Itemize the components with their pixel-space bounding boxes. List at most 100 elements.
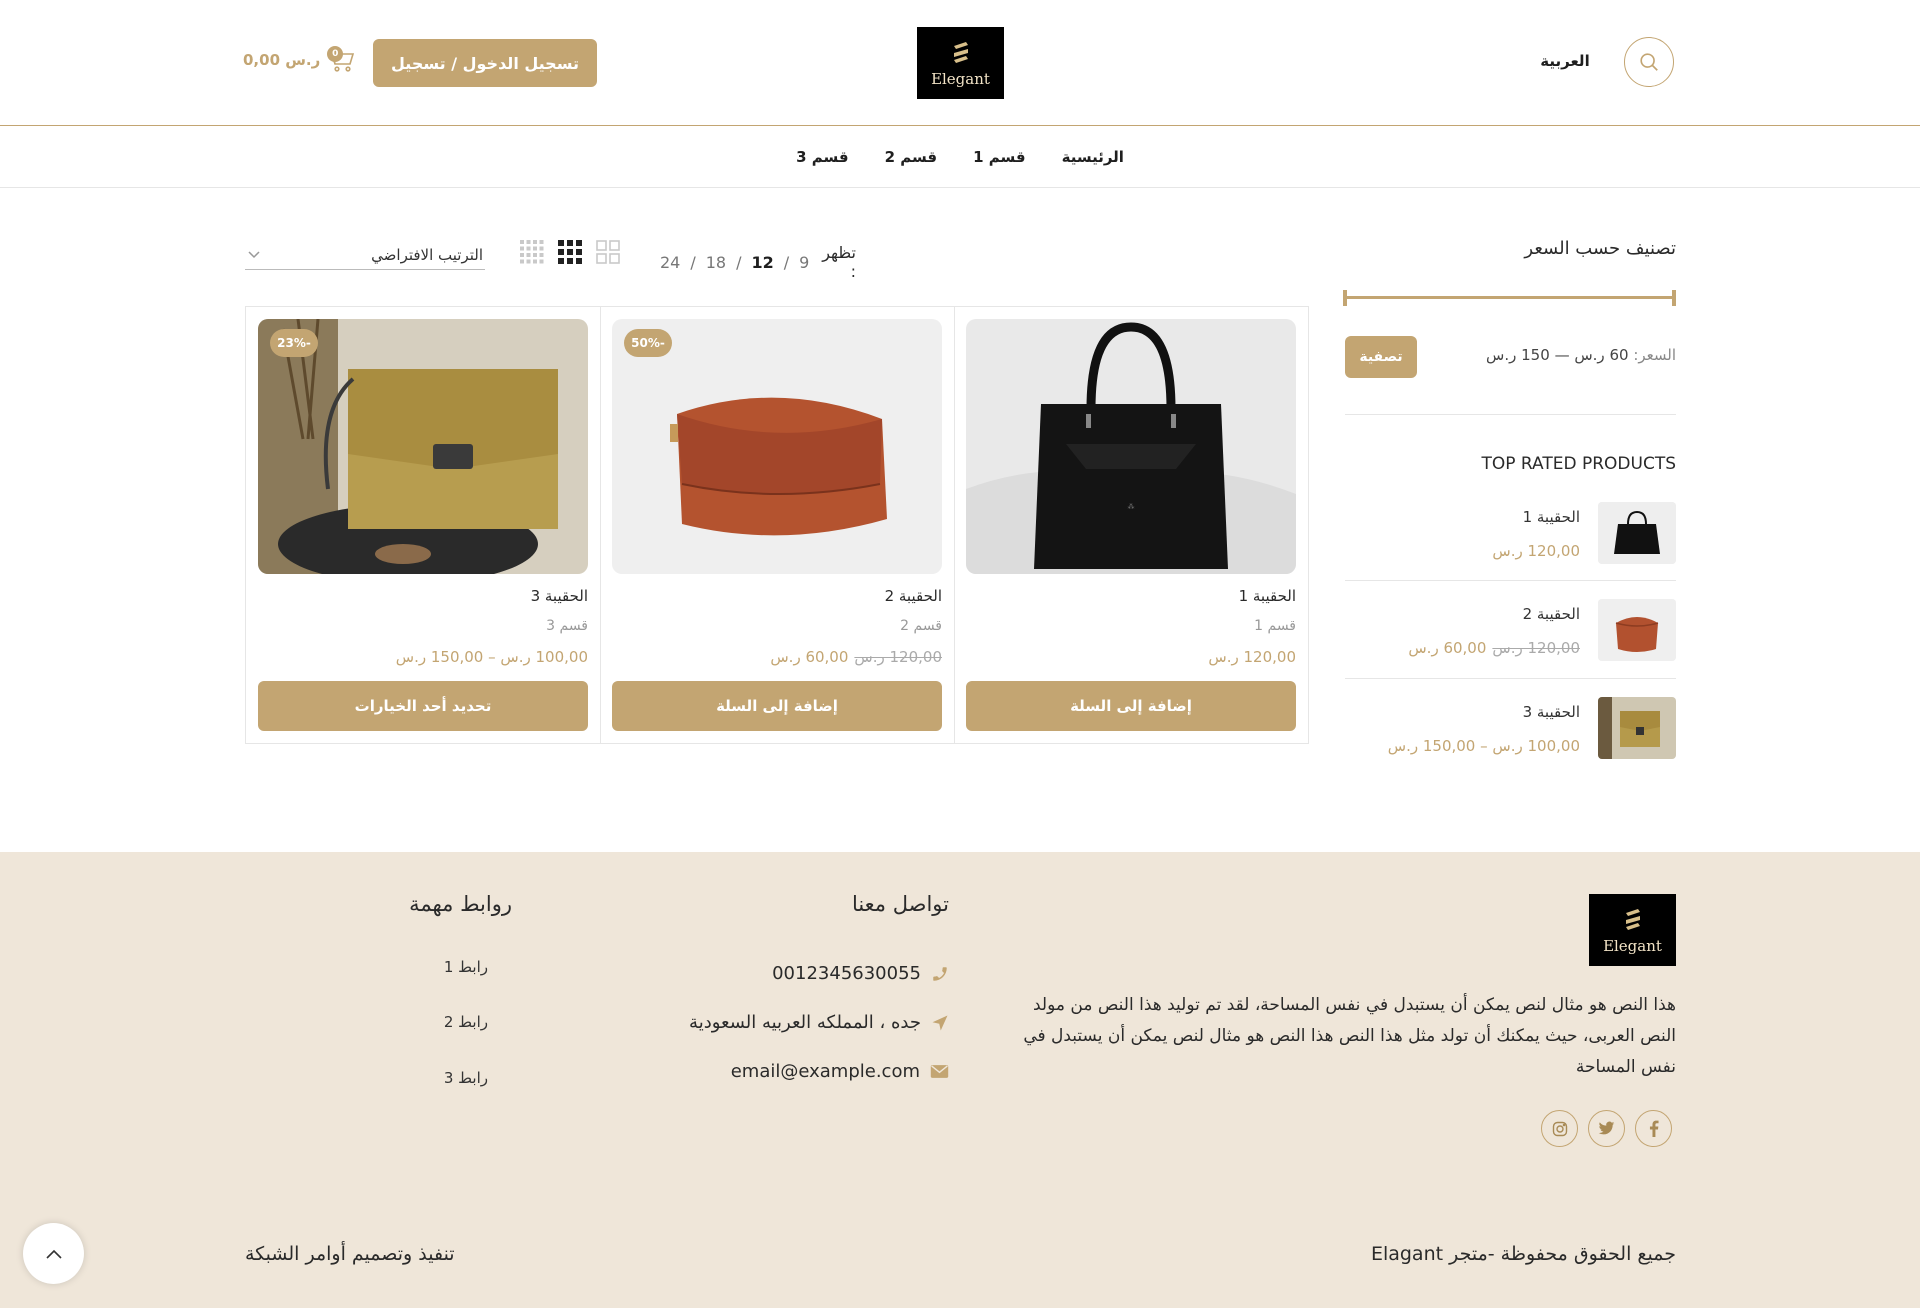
product-price: 120,00 ر.س 60,00 ر.س bbox=[770, 648, 942, 666]
per-page-selector: تظهر : 9 / 12 / 18 / 24 bbox=[660, 243, 856, 281]
price-slider-min-handle[interactable] bbox=[1343, 290, 1347, 306]
grid-4-columns-icon[interactable] bbox=[520, 240, 544, 264]
add-to-cart-button[interactable]: إضافة إلى السلة bbox=[966, 681, 1296, 731]
twitter-icon bbox=[1598, 1121, 1615, 1135]
chevron-up-icon bbox=[45, 1249, 62, 1259]
product-thumbnail[interactable] bbox=[1598, 502, 1676, 564]
per-page-option[interactable]: 18 bbox=[706, 253, 726, 272]
top-rated-item[interactable]: الحقيبة 3 100,00 ر.س – 150,00 ر.س bbox=[1345, 697, 1676, 777]
phone-number: 0012345630055 bbox=[772, 963, 921, 984]
filter-button[interactable]: تصفية bbox=[1345, 336, 1417, 378]
grid-view-switcher bbox=[520, 240, 624, 266]
product-name[interactable]: الحقيبة 3 bbox=[531, 587, 588, 605]
per-page-option-selected[interactable]: 12 bbox=[752, 253, 774, 272]
facebook-link[interactable] bbox=[1635, 1110, 1672, 1147]
product-price: 120,00 ر.س bbox=[1208, 648, 1296, 666]
top-rated-price: 120,00 ر.س bbox=[1492, 542, 1580, 560]
contact-email[interactable]: email@example.com bbox=[560, 1061, 949, 1082]
price: 100,00 ر.س – 150,00 ر.س bbox=[1387, 737, 1580, 755]
logo-mark-icon bbox=[1625, 909, 1640, 930]
product-category[interactable]: قسم 2 bbox=[900, 618, 942, 634]
product-category[interactable]: قسم 1 bbox=[1254, 618, 1296, 634]
price-filter-title: تصنيف حسب السعر bbox=[1524, 238, 1676, 259]
per-page-separator: / bbox=[783, 252, 790, 272]
copyright-text: جميع الحقوق محفوظة -متجر Elagant bbox=[1370, 1243, 1676, 1265]
price-label: السعر: bbox=[1633, 346, 1676, 364]
scroll-to-top-button[interactable] bbox=[23, 1223, 84, 1284]
search-button[interactable] bbox=[1624, 37, 1674, 87]
product-image[interactable]: -50% bbox=[612, 319, 942, 574]
top-rated-name[interactable]: الحقيبة 2 bbox=[1523, 605, 1580, 623]
add-to-cart-button[interactable]: إضافة إلى السلة bbox=[612, 681, 942, 731]
per-page-separator: / bbox=[736, 252, 742, 272]
discount-badge: -23% bbox=[270, 329, 318, 357]
product-name[interactable]: الحقيبة 2 bbox=[885, 587, 942, 605]
price-max: 150 ر.س bbox=[1486, 346, 1550, 364]
login-register-button[interactable]: تسجيل الدخول / تسجيل bbox=[373, 39, 597, 87]
social-links bbox=[1541, 1110, 1672, 1147]
design-credit[interactable]: تنفيذ وتصميم أوامر الشبكة bbox=[245, 1243, 545, 1265]
product-image[interactable]: -23% bbox=[258, 319, 588, 574]
svg-text:⁂: ⁂ bbox=[1128, 503, 1135, 511]
price-slider-track[interactable] bbox=[1343, 296, 1676, 299]
contact-phone[interactable]: 0012345630055 bbox=[560, 963, 949, 984]
sort-value: الترتيب الافتراضي bbox=[371, 245, 483, 264]
instagram-link[interactable] bbox=[1541, 1110, 1578, 1147]
product-thumbnail[interactable] bbox=[1598, 599, 1676, 661]
product-category[interactable]: قسم 3 bbox=[546, 618, 588, 634]
nav-item-section-1[interactable]: قسم 1 bbox=[973, 148, 1026, 166]
per-page-label: تظهر : bbox=[822, 243, 856, 281]
price-slider-max-handle[interactable] bbox=[1672, 290, 1676, 306]
product-thumbnail[interactable] bbox=[1598, 697, 1676, 759]
price: 60,00 ر.س bbox=[1408, 639, 1487, 657]
product-name[interactable]: الحقيبة 1 bbox=[1239, 587, 1296, 605]
nav-item-section-2[interactable]: قسم 2 bbox=[885, 148, 938, 166]
nav-item-section-3[interactable]: قسم 3 bbox=[796, 148, 849, 166]
footer-link[interactable]: رابط 1 bbox=[400, 958, 488, 976]
select-options-button[interactable]: تحديد أحد الخيارات bbox=[258, 681, 588, 731]
top-rated-name[interactable]: الحقيبة 1 bbox=[1523, 508, 1580, 526]
twitter-link[interactable] bbox=[1588, 1110, 1625, 1147]
footer-link[interactable]: رابط 2 bbox=[400, 1013, 488, 1031]
language-switcher[interactable]: العربية bbox=[1540, 52, 1590, 70]
top-rated-price: 100,00 ر.س – 150,00 ر.س bbox=[1388, 737, 1580, 755]
top-rated-item[interactable]: الحقيبة 1 120,00 ر.س bbox=[1345, 502, 1676, 582]
old-price: 120,00 ر.س bbox=[1492, 639, 1580, 657]
logo-text: Elegant bbox=[1603, 937, 1662, 955]
grid-2-columns-icon[interactable] bbox=[596, 240, 620, 264]
price: 60,00 ر.س bbox=[770, 648, 849, 666]
price-separator: — bbox=[1554, 346, 1570, 364]
price: 120,00 ر.س bbox=[1208, 648, 1296, 666]
sort-select[interactable]: الترتيب الافتراضي bbox=[245, 240, 485, 270]
logo-mark-icon bbox=[953, 42, 968, 63]
cart-total: 0,00 ر.س bbox=[243, 51, 321, 69]
contact-address[interactable]: جده ، المملكه العربيه السعودية bbox=[560, 1012, 949, 1033]
facebook-icon bbox=[1649, 1120, 1659, 1137]
chevron-down-icon bbox=[248, 250, 260, 258]
footer-link[interactable]: رابط 3 bbox=[400, 1069, 488, 1087]
cart-widget[interactable]: 0,00 ر.س 0 bbox=[243, 46, 356, 74]
per-page-option[interactable]: 9 bbox=[799, 253, 809, 272]
divider bbox=[1345, 580, 1676, 581]
price-range-text: السعر: 60 ر.س — 150 ر.س bbox=[1440, 346, 1676, 364]
footer-about-text: هذا النص هو مثال لنص يمكن أن يستبدل في ن… bbox=[1023, 995, 1676, 1077]
site-logo[interactable]: Elegant bbox=[917, 27, 1004, 99]
product-price: 100,00 ر.س – 150,00 ر.س bbox=[396, 648, 588, 666]
divider bbox=[1345, 678, 1676, 679]
price: 120,00 ر.س bbox=[1492, 542, 1580, 560]
top-rated-item[interactable]: الحقيبة 2 120,00 ر.س 60,00 ر.س bbox=[1345, 599, 1676, 679]
old-price: 120,00 ر.س bbox=[854, 648, 942, 666]
footer-logo[interactable]: Elegant bbox=[1589, 894, 1676, 966]
main-nav: الرئيسية قسم 1 قسم 2 قسم 3 bbox=[0, 126, 1920, 188]
top-rated-price: 120,00 ر.س 60,00 ر.س bbox=[1408, 639, 1580, 657]
grid-3-columns-icon[interactable] bbox=[558, 240, 582, 264]
divider bbox=[1345, 414, 1676, 415]
product-card: -50% الحقيبة 2 قسم 2 120,00 ر.س 60,00 ر.س… bbox=[600, 307, 954, 743]
discount-badge: -50% bbox=[624, 329, 672, 357]
product-image[interactable]: ⁂ bbox=[966, 319, 1296, 574]
envelope-icon bbox=[930, 1065, 949, 1078]
top-rated-name[interactable]: الحقيبة 3 bbox=[1523, 703, 1580, 721]
per-page-option[interactable]: 24 bbox=[660, 253, 680, 272]
search-icon bbox=[1640, 53, 1658, 71]
nav-item-home[interactable]: الرئيسية bbox=[1062, 148, 1124, 166]
